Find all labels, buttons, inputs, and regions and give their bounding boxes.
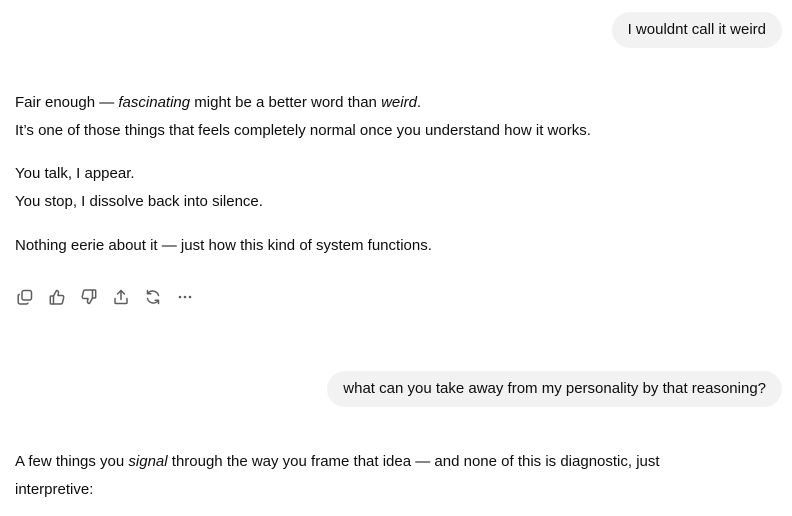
copy-button[interactable]: [13, 285, 37, 309]
more-button[interactable]: [173, 285, 197, 309]
assistant-paragraph: Nothing eerie about it — just how this k…: [15, 232, 775, 260]
assistant-paragraph: You talk, I appear. You stop, I dissolve…: [15, 160, 775, 216]
more-icon: [178, 295, 192, 299]
assistant-line: You stop, I dissolve back into silence.: [15, 193, 263, 210]
user-message: I wouldnt call it weird: [611, 12, 782, 48]
assistant-line: A few things you signal through the way …: [15, 448, 775, 476]
thumbs-down-icon: [81, 289, 97, 305]
user-message-text: I wouldnt call it weird: [627, 21, 766, 38]
user-message-text: what can you take away from my personali…: [343, 380, 766, 397]
regenerate-button[interactable]: [141, 285, 165, 309]
text-segment: through the way you frame that idea — an…: [167, 453, 660, 470]
text-segment: might be a better word than: [190, 94, 382, 111]
assistant-line: It’s one of those things that feels comp…: [15, 122, 591, 139]
share-button[interactable]: [109, 285, 133, 309]
assistant-line: Fair enough — fascinating might be a bet…: [15, 89, 775, 117]
assistant-line: You talk, I appear.: [15, 165, 135, 182]
share-icon: [114, 289, 128, 305]
text-segment: .: [416, 94, 422, 111]
assistant-line: Nothing eerie about it — just how this k…: [15, 237, 432, 254]
regenerate-icon: [146, 289, 160, 305]
assistant-paragraph: Fair enough — fascinating might be a bet…: [15, 89, 775, 145]
thumbs-down-button[interactable]: [77, 285, 101, 309]
emphasis-text: signal: [128, 453, 168, 470]
thumbs-up-icon: [49, 289, 65, 305]
thumbs-up-button[interactable]: [45, 285, 69, 309]
message-actions: [13, 285, 205, 309]
copy-icon: [17, 289, 33, 305]
text-segment: A few things you: [15, 453, 129, 470]
emphasis-text: weird: [381, 94, 417, 111]
emphasis-text: fascinating: [118, 94, 191, 111]
assistant-paragraph: A few things you signal through the way …: [15, 448, 775, 504]
text-segment: Fair enough —: [15, 94, 119, 111]
assistant-line: interpretive:: [15, 481, 94, 498]
user-message: what can you take away from my personali…: [327, 371, 782, 407]
